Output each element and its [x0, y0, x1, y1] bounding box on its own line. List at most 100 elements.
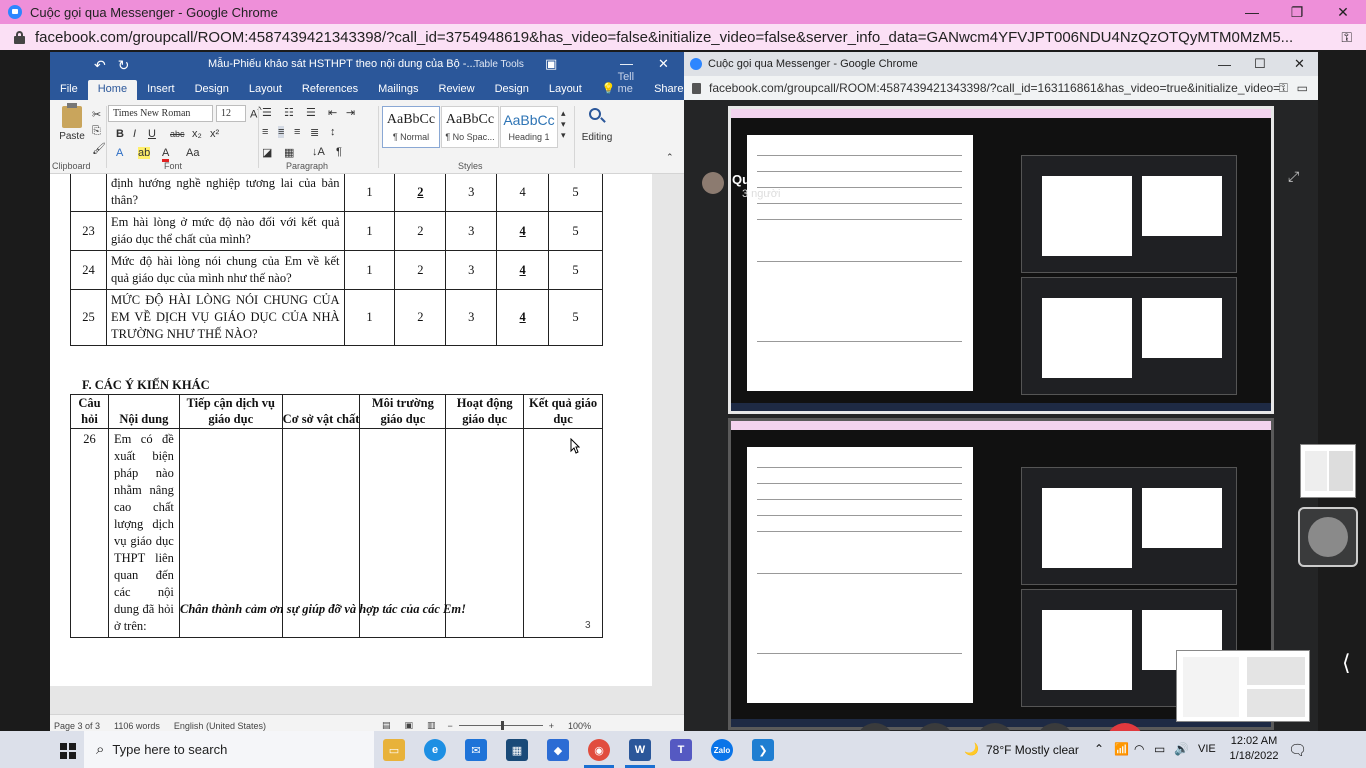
underline-button[interactable]: U: [148, 128, 156, 140]
increase-indent-icon[interactable]: ⇥: [346, 106, 355, 119]
document-area[interactable]: định hướng nghề nghiệp tương lai của bản…: [50, 174, 684, 719]
editing-button[interactable]: Editing: [580, 106, 614, 143]
zoom-out-icon[interactable]: −: [448, 721, 453, 731]
bold-button[interactable]: B: [116, 128, 124, 140]
word-close-button[interactable]: ✕: [658, 56, 669, 72]
call-minimize-button[interactable]: —: [1218, 57, 1231, 72]
style-no-spacing[interactable]: AaBbCc ¶ No Spac...: [441, 106, 499, 148]
vscode-icon[interactable]: ❯: [752, 739, 774, 761]
dropbox-icon[interactable]: ◆: [547, 739, 569, 761]
teams-icon[interactable]: T: [670, 739, 692, 761]
copy-icon[interactable]: ⎘: [92, 125, 101, 138]
collapse-panel-icon[interactable]: ⟨: [1342, 650, 1351, 676]
tab-table-design[interactable]: Design: [485, 80, 539, 100]
numbering-icon[interactable]: ☷: [284, 106, 294, 119]
tab-file[interactable]: File: [50, 80, 88, 100]
volume-icon[interactable]: 🔊: [1174, 742, 1189, 756]
taskbar-search[interactable]: ⌕ Type here to search: [84, 731, 374, 768]
text-effects-icon[interactable]: A: [116, 147, 123, 159]
justify-icon[interactable]: ≣: [310, 126, 319, 139]
key-icon[interactable]: ⚿: [1341, 29, 1352, 46]
clock-date[interactable]: 1/18/2022: [1226, 750, 1282, 762]
self-view-tile[interactable]: [1298, 507, 1358, 567]
align-left-icon[interactable]: ≡: [262, 126, 268, 138]
italic-button[interactable]: I: [133, 128, 136, 140]
minimize-button[interactable]: —: [1229, 0, 1275, 24]
network-icon[interactable]: 📶: [1114, 742, 1129, 756]
file-explorer-icon[interactable]: ▭: [383, 739, 405, 761]
edge-icon[interactable]: e: [424, 739, 446, 761]
page-status[interactable]: Page 3 of 3: [54, 721, 100, 731]
lightbulb-icon[interactable]: 💡: [592, 79, 618, 100]
strikethrough-button[interactable]: abc: [170, 129, 185, 139]
outer-address-bar[interactable]: facebook.com/groupcall/ROOM:458743942134…: [0, 24, 1366, 50]
style-heading-1[interactable]: AaBbCc Heading 1: [500, 106, 558, 148]
store-icon[interactable]: ▦: [506, 739, 528, 761]
cut-icon[interactable]: ✂: [92, 108, 101, 121]
change-case-icon[interactable]: Aa: [186, 147, 199, 159]
style-normal[interactable]: AaBbCc ¶ Normal: [382, 106, 440, 148]
multilevel-list-icon[interactable]: ☰: [306, 106, 316, 119]
zalo-icon[interactable]: Zalo: [711, 739, 733, 761]
chrome-icon[interactable]: ◉: [588, 739, 610, 761]
show-marks-icon[interactable]: ¶: [336, 146, 342, 158]
participant-avatar[interactable]: [702, 172, 724, 194]
expand-icon[interactable]: ⤢: [1288, 168, 1299, 185]
zoom-slider[interactable]: [458, 721, 543, 730]
call-url[interactable]: facebook.com/groupcall/ROOM:458743942134…: [709, 81, 1281, 95]
word-count[interactable]: 1106 words: [114, 721, 160, 731]
decrease-indent-icon[interactable]: ⇤: [328, 106, 337, 119]
language-status[interactable]: English (United States): [174, 721, 266, 731]
align-center-icon[interactable]: ≡: [278, 126, 285, 138]
restore-button[interactable]: ❐: [1274, 0, 1320, 24]
align-right-icon[interactable]: ≡: [294, 126, 300, 138]
battery-icon[interactable]: ▭: [1154, 742, 1165, 756]
weather-text[interactable]: 78°F Mostly clear: [986, 743, 1079, 757]
grow-font-icon[interactable]: A^: [250, 105, 262, 121]
key-icon[interactable]: ⚿: [1279, 81, 1288, 96]
print-layout-icon[interactable]: ▣: [404, 720, 413, 731]
tab-insert[interactable]: Insert: [137, 80, 185, 100]
zoom-level[interactable]: 100%: [568, 721, 591, 731]
word-icon[interactable]: W: [629, 739, 651, 761]
line-spacing-icon[interactable]: ↕: [330, 126, 336, 138]
cast-icon[interactable]: ▭: [1297, 81, 1308, 95]
document-page[interactable]: định hướng nghề nghiệp tương lai của bản…: [50, 174, 652, 686]
tab-layout[interactable]: Layout: [239, 80, 292, 100]
paste-button[interactable]: Paste: [56, 103, 88, 146]
clock-time[interactable]: 12:02 AM: [1226, 735, 1282, 747]
styles-scroll-icon[interactable]: ▴ ▾ ▾: [561, 108, 566, 141]
call-address-bar[interactable]: facebook.com/groupcall/ROOM:458743942134…: [684, 76, 1318, 100]
weather-icon[interactable]: 🌙: [964, 742, 979, 756]
screen-share-preview[interactable]: [1300, 444, 1356, 498]
wifi-icon[interactable]: ◠: [1134, 742, 1144, 756]
tab-table-layout[interactable]: Layout: [539, 80, 592, 100]
shared-screen-mini[interactable]: [1176, 650, 1310, 722]
font-name-select[interactable]: Times New Roman: [108, 105, 213, 122]
tab-home[interactable]: Home: [87, 80, 138, 100]
shared-screen-top[interactable]: [728, 106, 1274, 414]
bullets-icon[interactable]: ☰: [262, 106, 272, 119]
superscript-button[interactable]: x²: [210, 128, 219, 140]
highlight-icon[interactable]: ab: [138, 147, 151, 159]
call-close-button[interactable]: ✕: [1294, 56, 1305, 72]
tab-review[interactable]: Review: [429, 80, 485, 100]
subscript-button[interactable]: x₂: [192, 128, 202, 140]
sort-icon[interactable]: ↓A: [312, 146, 325, 158]
collapse-ribbon-icon[interactable]: ⌃: [666, 152, 674, 163]
outer-url[interactable]: facebook.com/groupcall/ROOM:458743942134…: [35, 29, 1293, 46]
lock-icon[interactable]: [692, 82, 701, 94]
read-mode-icon[interactable]: ▤: [382, 720, 391, 731]
ribbon-display-button[interactable]: ▣: [545, 56, 557, 72]
lock-icon[interactable]: [14, 30, 25, 44]
mail-icon[interactable]: ✉: [465, 739, 487, 761]
format-painter-icon[interactable]: 🖌: [92, 142, 106, 155]
font-color-icon[interactable]: A: [162, 147, 170, 162]
web-layout-icon[interactable]: ▥: [427, 720, 436, 731]
tray-chevron-icon[interactable]: ⌃: [1094, 742, 1104, 756]
answer-cell[interactable]: [523, 428, 603, 638]
font-size-select[interactable]: 12: [216, 105, 246, 122]
quick-access-toolbar[interactable]: ↶↻: [94, 57, 141, 74]
close-button[interactable]: ✕: [1320, 0, 1366, 24]
zoom-in-icon[interactable]: +: [549, 721, 554, 731]
